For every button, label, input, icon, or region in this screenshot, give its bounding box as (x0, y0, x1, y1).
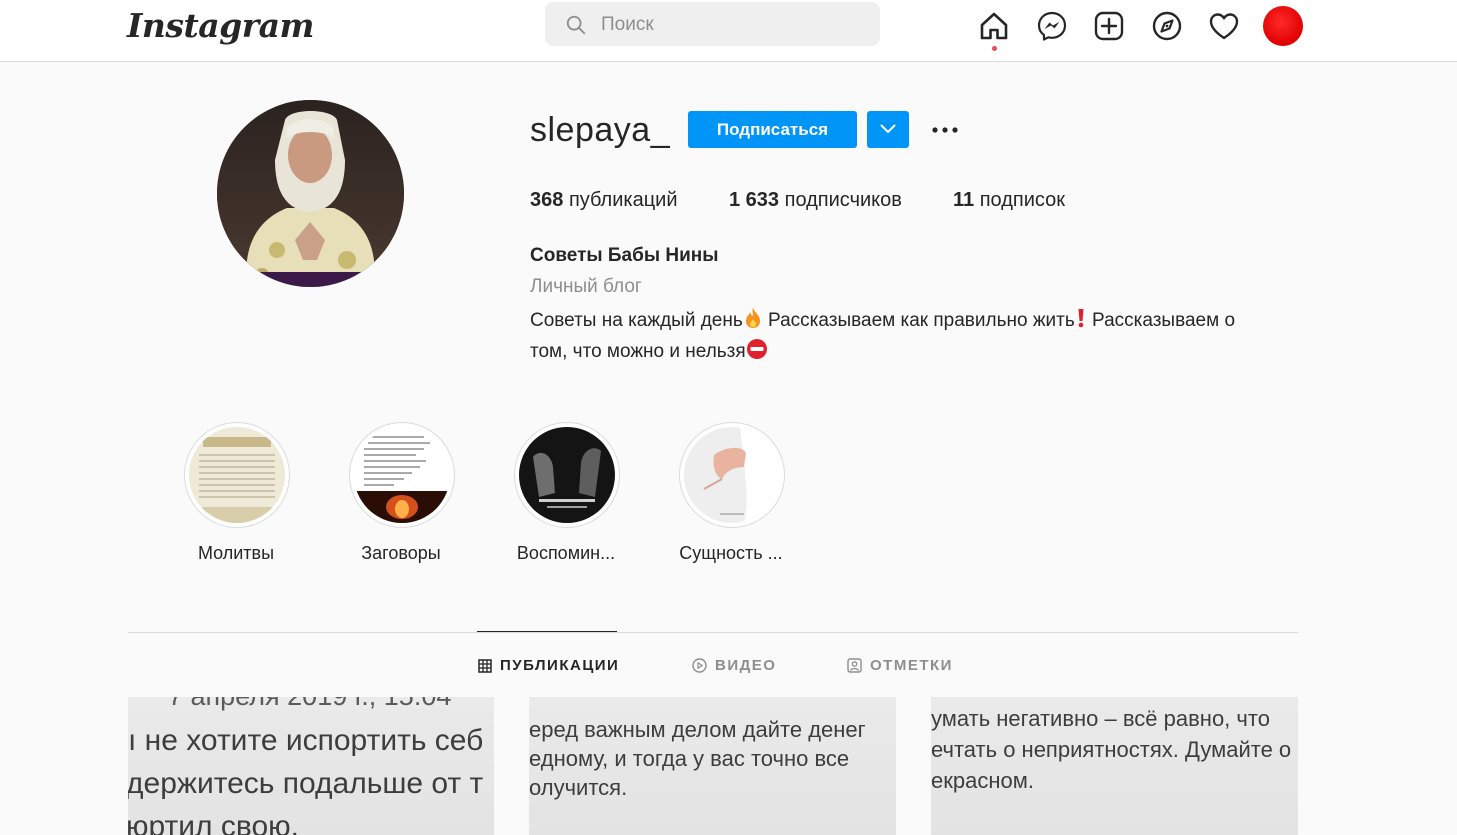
video-play-icon (692, 658, 707, 673)
post-text-line: едному, и тогда у вас точно все (529, 746, 850, 771)
bio-text-4: том, что можно и нельзя (530, 341, 746, 362)
highlight-label: Заговоры (361, 543, 441, 563)
fire-emoji-icon (745, 308, 760, 328)
profile-full-name: Советы Бабы Нины (530, 245, 719, 266)
search-box[interactable] (545, 2, 880, 48)
following-count-value: 11 (953, 189, 975, 211)
bio-text-2: Рассказываем как правильно жить (762, 310, 1075, 331)
chevron-down-icon (880, 124, 896, 133)
explore-icon[interactable] (1151, 10, 1183, 42)
posts-count-label: публикаций (568, 189, 678, 211)
followers-count-label: подписчиков (784, 189, 902, 211)
post-thumbnail[interactable]: еред важным делом дайте денег едному, и … (529, 697, 896, 835)
active-tab-indicator (477, 631, 617, 632)
suggestions-dropdown-button[interactable] (867, 111, 909, 148)
post-text-line: екрасном. (931, 768, 1034, 793)
profile-avatar[interactable] (1263, 6, 1303, 46)
no-entry-emoji-icon (746, 339, 767, 359)
messenger-icon[interactable] (1036, 10, 1068, 42)
tab-tagged-label: ОТМЕТКИ (870, 657, 953, 674)
profile-bio: Советы на каждый день Рассказываем как п… (530, 305, 1300, 367)
highlight-ring (349, 422, 455, 528)
highlight-ring (184, 422, 290, 528)
grid-icon (478, 658, 492, 673)
bio-text-1: Советы на каждый день (530, 310, 743, 331)
highlight-label: Сущность ... (679, 543, 783, 563)
post-text-line: держитесь подальше от т (128, 767, 484, 800)
tab-posts-label: ПУБЛИКАЦИИ (500, 657, 620, 674)
post-text-line: 7 апреля 2019 г., 15:04 (168, 697, 451, 712)
profile-username: slepaya_ (530, 111, 671, 149)
search-icon (566, 15, 586, 35)
tab-video[interactable]: ВИДЕО (692, 657, 776, 674)
post-text-line: ечтать о неприятностях. Думайте о (931, 737, 1292, 762)
posts-count-value: 368 (530, 189, 564, 211)
bio-text-3: Рассказываем о (1086, 310, 1236, 331)
top-navigation-bar: Instagram (0, 0, 1457, 62)
highlight-cover-image (354, 427, 450, 523)
post-text-line: умать негативно – всё равно, что (931, 706, 1270, 731)
more-options-icon[interactable] (928, 118, 962, 142)
post-thumbnail[interactable]: умать негативно – всё равно, что ечтать … (931, 697, 1298, 835)
instagram-logo[interactable]: Instagram (127, 6, 314, 45)
follow-button[interactable]: Подписаться (688, 111, 857, 148)
tab-video-label: ВИДЕО (715, 657, 777, 674)
followers-count-value: 1 633 (729, 189, 780, 211)
profile-photo-image (217, 100, 404, 287)
following-count[interactable]: 11 подписок (953, 189, 1065, 212)
post-thumbnail[interactable]: 7 апреля 2019 г., 15:04 ı не хотите испо… (128, 697, 494, 835)
post-text-line: олучится. (529, 775, 628, 800)
exclamation-emoji-icon (1078, 309, 1084, 328)
tab-tagged[interactable]: ОТМЕТКИ (847, 657, 953, 674)
highlight-ring (679, 422, 785, 528)
followers-count[interactable]: 1 633 подписчиков (729, 189, 902, 212)
highlight-cover-image (684, 427, 780, 523)
highlight-cover-image (519, 427, 615, 523)
profile-picture[interactable] (217, 100, 404, 287)
following-count-label: подписок (979, 189, 1066, 211)
tagged-person-icon (847, 658, 862, 673)
tabs-divider (128, 632, 1298, 633)
new-post-icon[interactable] (1093, 10, 1125, 42)
home-icon[interactable] (978, 10, 1010, 42)
highlight-label: Воспомин... (516, 543, 616, 563)
highlight-label: Молитвы (197, 543, 275, 563)
tab-posts[interactable]: ПУБЛИКАЦИИ (478, 657, 619, 674)
highlight-ring (514, 422, 620, 528)
post-text-line: ı не хотите испортить себ (128, 724, 484, 757)
post-text-line: юртил свою. (128, 810, 299, 835)
post-text-line: еред важным делом дайте денег (529, 717, 866, 742)
highlight-cover-image (189, 427, 285, 523)
home-active-indicator (992, 46, 997, 51)
activity-heart-icon[interactable] (1208, 10, 1240, 42)
search-input[interactable] (599, 2, 863, 48)
profile-category: Личный блог (530, 276, 642, 297)
posts-count: 368 публикаций (530, 189, 678, 212)
